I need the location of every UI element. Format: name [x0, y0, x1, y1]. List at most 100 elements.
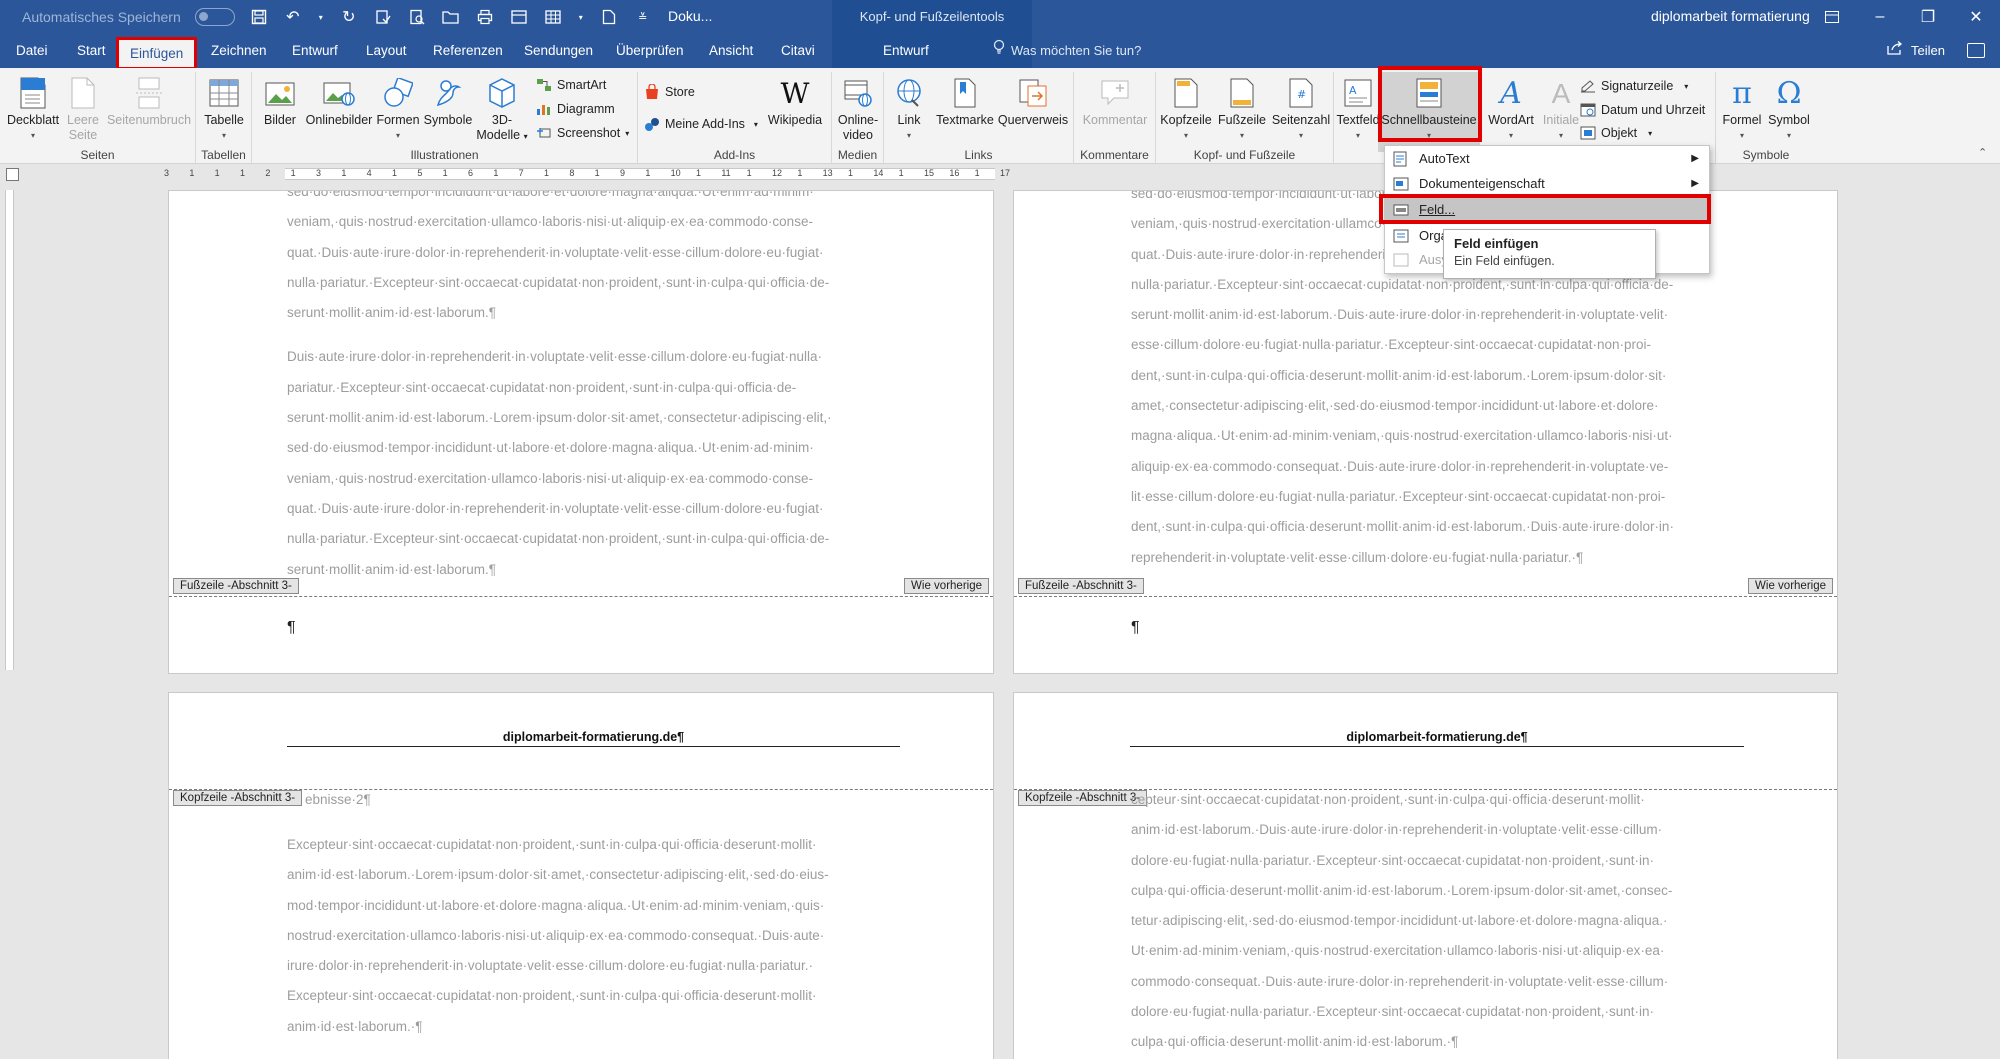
layout-icon[interactable] [509, 7, 529, 27]
menu-item-autotext[interactable]: AutoText ▶ [1385, 147, 1709, 171]
tabelle-button[interactable]: Tabelle ▾ [200, 76, 248, 143]
page-body-text[interactable]: Excepteur·sint·occaecat·cupidatat·non·pr… [287, 830, 897, 1056]
tab-sendungen[interactable]: Sendungen [524, 34, 593, 68]
tab-ueberpruefen[interactable]: Überprüfen [616, 34, 684, 68]
bilder-button[interactable]: Bilder [256, 76, 304, 128]
textmarke-button[interactable]: Textmarke [934, 76, 996, 128]
page-body-text[interactable]: sed·do·eiusmod·tempor·incididunt·ut·labo… [287, 191, 897, 599]
omega-symbol-icon: Ω [1776, 75, 1802, 111]
tab-einfuegen[interactable]: Einfügen [115, 37, 198, 70]
fusszeile-button[interactable]: Fußzeile ▾ [1214, 76, 1270, 143]
page-body-text[interactable]: cepteur·sint·occaecat·cupidatat·non·proi… [1131, 785, 1741, 1059]
autotext-icon [1393, 151, 1409, 167]
redo-icon[interactable]: ↻ [339, 7, 359, 27]
kopfzeile-button[interactable]: Kopfzeile ▾ [1158, 76, 1214, 143]
undo-dropdown-icon[interactable]: ▾ [317, 7, 325, 27]
tab-referenzen[interactable]: Referenzen [433, 34, 503, 68]
deckblatt-button[interactable]: Deckblatt ▾ [4, 76, 62, 143]
diagramm-button[interactable]: Diagramm [536, 101, 615, 117]
tab-header-footer-entwurf[interactable]: Entwurf [883, 34, 929, 68]
header-text[interactable]: diplomarbeit-formatierung.de¶ [1130, 730, 1744, 747]
tell-me-search[interactable]: Was möchten Sie tun? [993, 34, 1141, 68]
3d-modelle-button[interactable]: 3D- Modelle ▾ [474, 76, 530, 144]
tab-layout[interactable]: Layout [366, 34, 407, 68]
tab-start[interactable]: Start [77, 34, 106, 68]
objekt-button[interactable]: Objekt ▾ [1580, 125, 1652, 141]
seitenumbruch-button[interactable]: Seitenumbruch [104, 76, 194, 128]
smartart-icon [536, 77, 552, 93]
tab-datei[interactable]: Datei [16, 34, 48, 68]
customize-qat-icon[interactable]: ≚ [633, 7, 653, 27]
cover-page-icon [17, 76, 49, 110]
screenshot-button[interactable]: Screenshot ▾ [536, 125, 629, 141]
group-illustrationen: Bilder Onlinebilder Formen ▾ Symbole 3D-… [252, 72, 638, 164]
page-top-left[interactable]: sed·do·eiusmod·tempor·incididunt·ut·labo… [168, 190, 994, 674]
heading-fragment[interactable]: ebnisse·2¶ [305, 785, 371, 815]
minimize-icon[interactable]: – [1856, 0, 1904, 34]
leere-seite-button[interactable]: Leere Seite [62, 76, 104, 143]
symbole-icons-button[interactable]: Symbole [420, 76, 476, 128]
page-bottom-left[interactable]: diplomarbeit-formatierung.de¶ Kopfzeile … [168, 692, 994, 1059]
signaturzeile-button[interactable]: Signaturzeile ▾ [1580, 78, 1688, 94]
store-label: Store [665, 85, 695, 99]
initiale-label: Initiale [1542, 113, 1580, 127]
onlinevideo-button[interactable]: Online- video [834, 76, 882, 143]
page-bottom-right[interactable]: diplomarbeit-formatierung.de¶ Kopfzeile … [1013, 692, 1838, 1059]
3d-modelle-label-2: Modelle [476, 128, 521, 142]
ribbon-display-icon[interactable] [1808, 0, 1856, 34]
formen-button[interactable]: Formen ▾ [374, 76, 422, 143]
wordart-button[interactable]: A WordArt ▾ [1484, 76, 1538, 143]
paragraph[interactable]: Excepteur·sint·occaecat·cupidatat·non·pr… [287, 830, 897, 1042]
header-text[interactable]: diplomarbeit-formatierung.de¶ [287, 730, 900, 747]
paragraph[interactable]: sed·do·eiusmod·tempor·incididunt·ut·labo… [287, 191, 897, 328]
paragraph[interactable]: Duis·aute·irure·dolor·in·reprehenderit·i… [287, 342, 897, 584]
wikipedia-button[interactable]: W Wikipedia [762, 76, 828, 128]
menu-item-dokumenteigenschaft[interactable]: Dokumenteigenschaft ▶ [1385, 172, 1709, 196]
link-button[interactable]: Link ▾ [886, 76, 932, 143]
ruler-tick-label: 1 [848, 168, 854, 178]
store-button[interactable]: Store [644, 84, 695, 100]
undo-icon[interactable]: ↶ [283, 7, 303, 27]
tab-ansicht[interactable]: Ansicht [709, 34, 753, 68]
paragraph[interactable]: cepteur·sint·occaecat·cupidatat·non·proi… [1131, 785, 1741, 1058]
kommentar-button[interactable]: Kommentar [1078, 76, 1152, 128]
comments-icon[interactable] [1967, 43, 1985, 58]
print-preview-icon[interactable] [407, 7, 427, 27]
tab-citavi[interactable]: Citavi [781, 34, 815, 68]
onlinebilder-button[interactable]: Onlinebilder [302, 76, 376, 128]
formel-button[interactable]: π Formel ▾ [1718, 76, 1766, 143]
open-folder-icon[interactable] [441, 7, 461, 27]
table-icon[interactable] [543, 7, 563, 27]
tab-selector[interactable] [6, 168, 19, 181]
new-document-icon[interactable] [599, 7, 619, 27]
footer-pilcrow[interactable]: ¶ [1131, 619, 1140, 637]
menu-item-feld[interactable]: Feld... [1385, 198, 1709, 222]
table-dropdown-icon[interactable]: ▾ [577, 7, 585, 27]
querverweis-button[interactable]: Querverweis [996, 76, 1070, 128]
seitenzahl-button[interactable]: # Seitenzahl ▾ [1270, 76, 1332, 143]
close-icon[interactable]: ✕ [1952, 0, 2000, 34]
footer-pilcrow[interactable]: ¶ [287, 619, 296, 637]
textfeld-button[interactable]: A Textfeld ▾ [1334, 76, 1382, 143]
save-icon[interactable] [249, 7, 269, 27]
smartart-button[interactable]: SmartArt [536, 77, 606, 93]
ruler-tick-label: 15 [924, 168, 935, 178]
horizontal-ruler[interactable]: 3 1 1 1 2 1 3 1 4 1 5 1 6 1 7 1 8 1 9 1 10 1 11 1 12 1 13 1 14 1 15 16 1… [160, 164, 2000, 184]
user-name[interactable]: diplomarbeit formatierung [1651, 8, 1810, 24]
tab-entwurf[interactable]: Entwurf [292, 34, 338, 68]
spelling-icon[interactable] [373, 7, 393, 27]
meine-addins-button[interactable]: Meine Add-Ins ▾ [644, 116, 758, 132]
print-icon[interactable] [475, 7, 495, 27]
vertical-ruler[interactable] [2, 190, 16, 670]
context-tools-title: Kopf- und Fußzeilentools [832, 0, 1032, 34]
tab-zeichnen[interactable]: Zeichnen [211, 34, 267, 68]
symbol-button[interactable]: Ω Symbol ▾ [1764, 76, 1814, 143]
share-button[interactable]: Teilen [1887, 34, 1945, 68]
initiale-button[interactable]: A Initiale ▾ [1538, 76, 1584, 143]
autosave-toggle[interactable] [194, 8, 235, 26]
schnellbausteine-button[interactable]: Schnellbausteine ▾ [1378, 72, 1480, 152]
same-as-previous-label: Wie vorherige [904, 578, 989, 594]
datum-uhrzeit-button[interactable]: Datum und Uhrzeit [1580, 102, 1705, 118]
restore-icon[interactable]: ❐ [1904, 0, 1952, 34]
collapse-ribbon-icon[interactable]: ⌃ [1978, 146, 1987, 159]
